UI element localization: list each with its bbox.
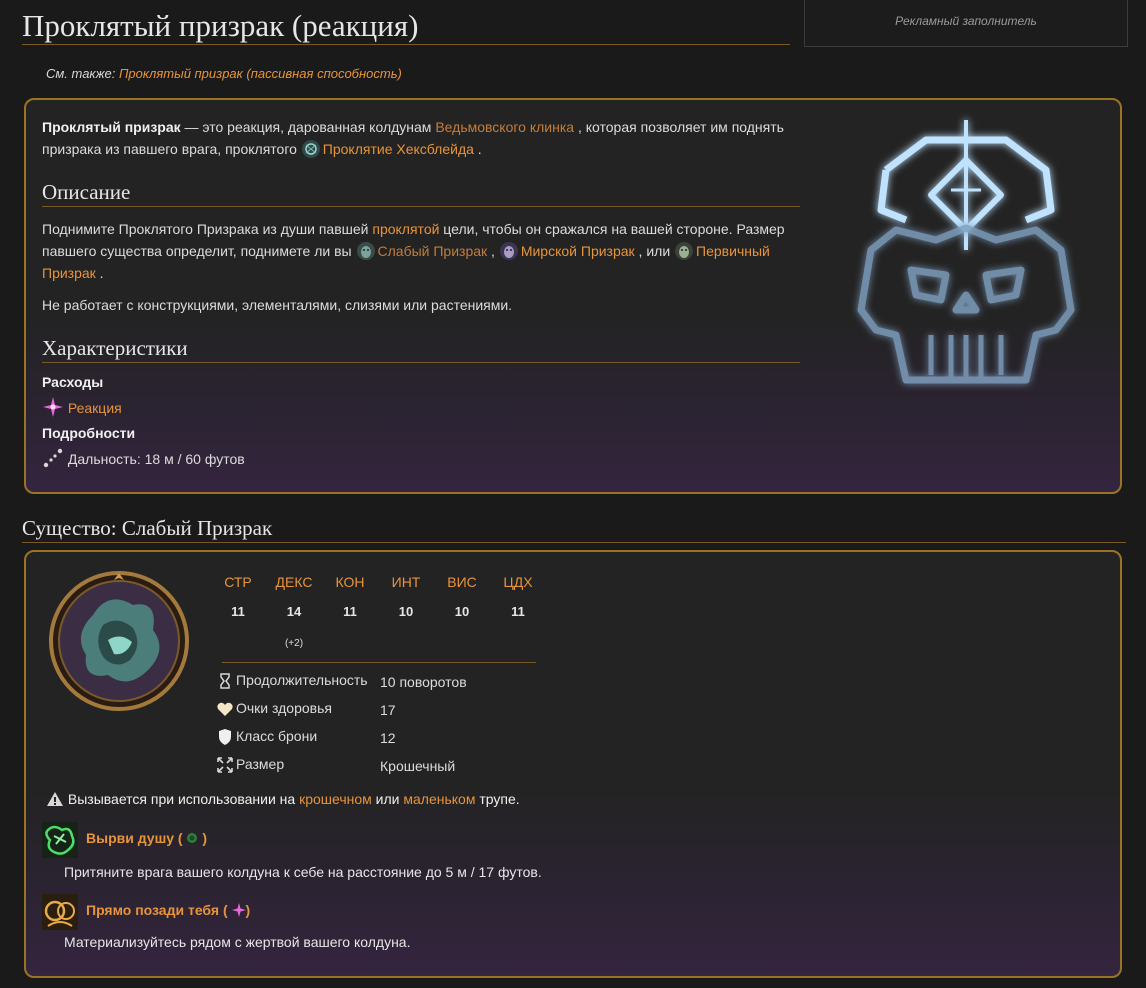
trigger-part-1: Вызывается при использовании на (67, 791, 300, 807)
ability-right-behind-open: ( (219, 902, 228, 918)
ability-right-behind-title: Прямо позади тебя ( ) (86, 902, 250, 918)
details-label: Подробности (42, 425, 136, 441)
link-cursed[interactable]: проклятой (372, 221, 439, 237)
weak-ghost-portrait (49, 571, 189, 711)
ability-soul-rip-title: Вырви душу ( ) (86, 830, 207, 846)
desc-part-1: Поднимите Проклятого Призрака из души па… (42, 221, 373, 237)
range-icon (43, 448, 63, 468)
hourglass-icon (220, 673, 230, 689)
stat-value: 11 (231, 604, 245, 619)
ad-placeholder: Рекламный заполнитель (804, 0, 1128, 47)
creature-heading: Существо: Слабый Призрак (22, 514, 1126, 543)
trigger-part-2: или (371, 791, 404, 807)
link-hexblade[interactable]: Ведьмовского клинка (435, 119, 574, 135)
property-label: Класс брони (236, 728, 318, 744)
see-also-link[interactable]: Проклятый призрак (пассивная способность… (119, 66, 402, 81)
stat-value: 11 (343, 604, 357, 619)
stat-value: 11 (511, 604, 525, 619)
link-hexblade-curse[interactable]: Проклятие Хексблейда (323, 141, 474, 157)
cost-row: Реакция (42, 396, 122, 418)
stat-name: СТР (224, 574, 252, 590)
stat-name: ИНТ (391, 574, 421, 590)
intro-part-1: — это реакция, дарованная колдунам (180, 119, 436, 135)
ability-soul-rip-open: ( (174, 830, 183, 846)
action-icon (187, 833, 198, 843)
heart-icon (217, 702, 233, 716)
range-row: Дальность: 18 м / 60 футов (42, 447, 245, 469)
trigger-part-3: трупе. (475, 791, 520, 807)
stat-value: 14 (286, 604, 302, 619)
trigger-text: Вызывается при использовании на крошечно… (46, 790, 520, 808)
property-value: Крошечный (380, 758, 456, 774)
stat-value: 10 (454, 604, 470, 619)
right-behind-you-icon (42, 894, 78, 930)
desc-part-3: , (487, 243, 495, 259)
ability-right-behind-desc: Материализуйтесь рядом с жертвой вашего … (64, 934, 411, 950)
property-label: Продолжительность (236, 672, 368, 688)
stat-modifier: (+2) (284, 638, 304, 649)
stat-name: ВИС (447, 574, 477, 590)
cursed-spirit-skull-icon (857, 120, 1075, 384)
ability-panel: Проклятый призрак — это реакция, дарован… (24, 98, 1122, 494)
cost-reaction-link[interactable]: Реакция (68, 400, 122, 416)
desc-part-4: , или (634, 243, 671, 259)
mundane-ghost-icon (499, 242, 518, 260)
intro-part-3: . (473, 141, 482, 157)
property-value: 10 поворотов (380, 674, 467, 690)
see-also-label: См. также: (46, 66, 116, 81)
stat-name: ЦДХ (503, 574, 533, 590)
creature-panel: СТР 11 ДЕКС 14 (+2) КОН 11 ИНТ 10 ВИС 10 ЦДХ 11 Прод… (24, 550, 1122, 978)
link-mundane-ghost[interactable]: Мирской Призрак (521, 243, 635, 259)
desc-part-5: . (95, 265, 104, 281)
intro-text: Проклятый призрак — это реакция, дарован… (42, 116, 802, 160)
costs-label: Расходы (42, 374, 104, 390)
stat-value: 10 (398, 604, 414, 619)
description-note: Не работает с конструкциями, элементалям… (42, 297, 513, 313)
stat-name: ДЕКС (275, 574, 313, 590)
ability-right-behind-close: ) (245, 902, 251, 918)
property-value: 12 (380, 730, 396, 746)
stat-name: КОН (335, 574, 365, 590)
link-small[interactable]: маленьком (403, 791, 475, 807)
soul-rip-icon (42, 822, 78, 858)
weak-ghost-icon (356, 242, 375, 260)
ability-soul-rip-close: ) (198, 830, 208, 846)
range-value: Дальность: 18 м / 60 футов (67, 451, 245, 467)
description-heading: Описание (42, 178, 800, 207)
intro-bold: Проклятый призрак (42, 119, 181, 135)
reaction-icon (43, 397, 63, 417)
page-title: Проклятый призрак (реакция) (22, 6, 790, 45)
shield-icon (219, 729, 231, 745)
link-weak-ghost[interactable]: Слабый Призрак (378, 243, 488, 259)
ability-right-behind-link[interactable]: Прямо позади тебя (86, 902, 219, 918)
link-tiny[interactable]: крошечном (299, 791, 372, 807)
description-text: Поднимите Проклятого Призрака из души па… (42, 218, 802, 284)
warning-icon (47, 792, 63, 806)
hexblade-curse-icon (301, 140, 320, 158)
reaction-icon (231, 903, 246, 917)
size-icon (217, 757, 233, 773)
property-value: 17 (380, 702, 396, 718)
property-label: Размер (236, 756, 285, 772)
stats-divider (222, 662, 536, 663)
primal-ghost-icon (675, 242, 694, 260)
characteristics-heading: Характеристики (42, 334, 800, 363)
ability-soul-rip-link[interactable]: Вырви душу (86, 830, 174, 846)
see-also: См. также: Проклятый призрак (пассивная … (46, 66, 402, 81)
property-label: Очки здоровья (236, 700, 332, 716)
ability-soul-rip-desc: Притяните врага вашего колдуна к себе на… (64, 864, 542, 880)
